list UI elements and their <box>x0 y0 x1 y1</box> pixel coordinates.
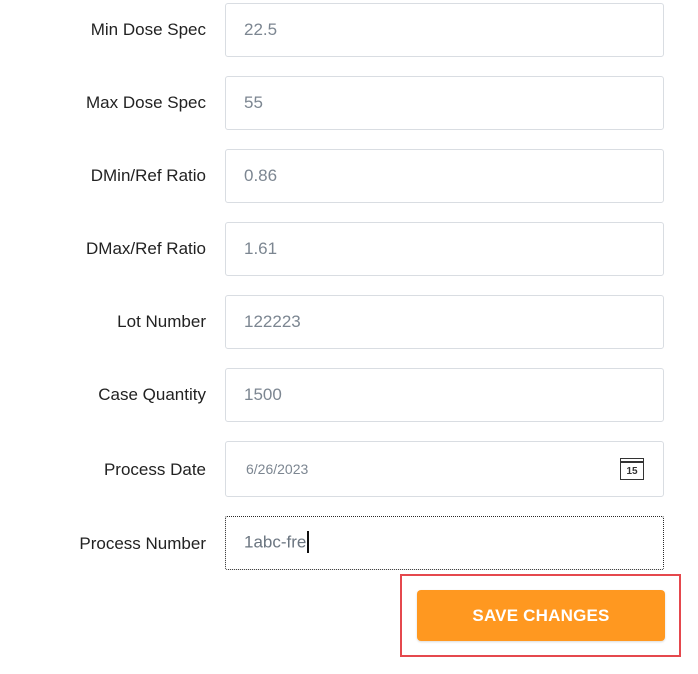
case-quantity-value: 1500 <box>244 385 282 404</box>
text-caret <box>307 531 310 553</box>
max-dose-spec-input[interactable]: 55 <box>225 76 664 130</box>
dmax-ref-ratio-input[interactable]: 1.61 <box>225 222 664 276</box>
save-changes-button[interactable]: SAVE CHANGES <box>417 590 665 641</box>
dmin-ref-ratio-label: DMin/Ref Ratio <box>90 166 206 185</box>
min-dose-spec-input[interactable]: 22.5 <box>225 3 664 57</box>
calendar-icon-day: 15 <box>626 466 638 477</box>
calendar-icon[interactable]: 15 <box>620 458 644 480</box>
dmin-ref-ratio-value: 0.86 <box>244 166 278 185</box>
min-dose-spec-value: 22.5 <box>244 20 278 39</box>
process-number-value-wrap: 1abc-fre <box>244 531 310 554</box>
process-number-input[interactable]: 1abc-fre <box>225 516 664 570</box>
min-dose-spec-label: Min Dose Spec <box>90 20 206 39</box>
dmin-ref-ratio-input[interactable]: 0.86 <box>225 149 664 203</box>
process-number-value: 1abc-fre <box>244 532 307 552</box>
process-number-label: Process Number <box>79 534 206 553</box>
lot-number-label: Lot Number <box>117 312 206 331</box>
max-dose-spec-label: Max Dose Spec <box>86 93 206 112</box>
process-date-label: Process Date <box>103 460 206 479</box>
case-quantity-input[interactable]: 1500 <box>225 368 664 422</box>
dmax-ref-ratio-label: DMax/Ref Ratio <box>86 239 206 258</box>
calendar-icon-header <box>621 461 643 463</box>
max-dose-spec-value: 55 <box>244 93 263 112</box>
case-quantity-label: Case Quantity <box>98 385 206 404</box>
lot-number-value: 122223 <box>244 312 301 331</box>
dmax-ref-ratio-value: 1.61 <box>244 239 278 258</box>
process-date-value: 6/26/2023 <box>246 461 309 477</box>
process-date-input[interactable]: 6/26/2023 15 <box>225 441 664 497</box>
lot-number-input[interactable]: 122223 <box>225 295 664 349</box>
